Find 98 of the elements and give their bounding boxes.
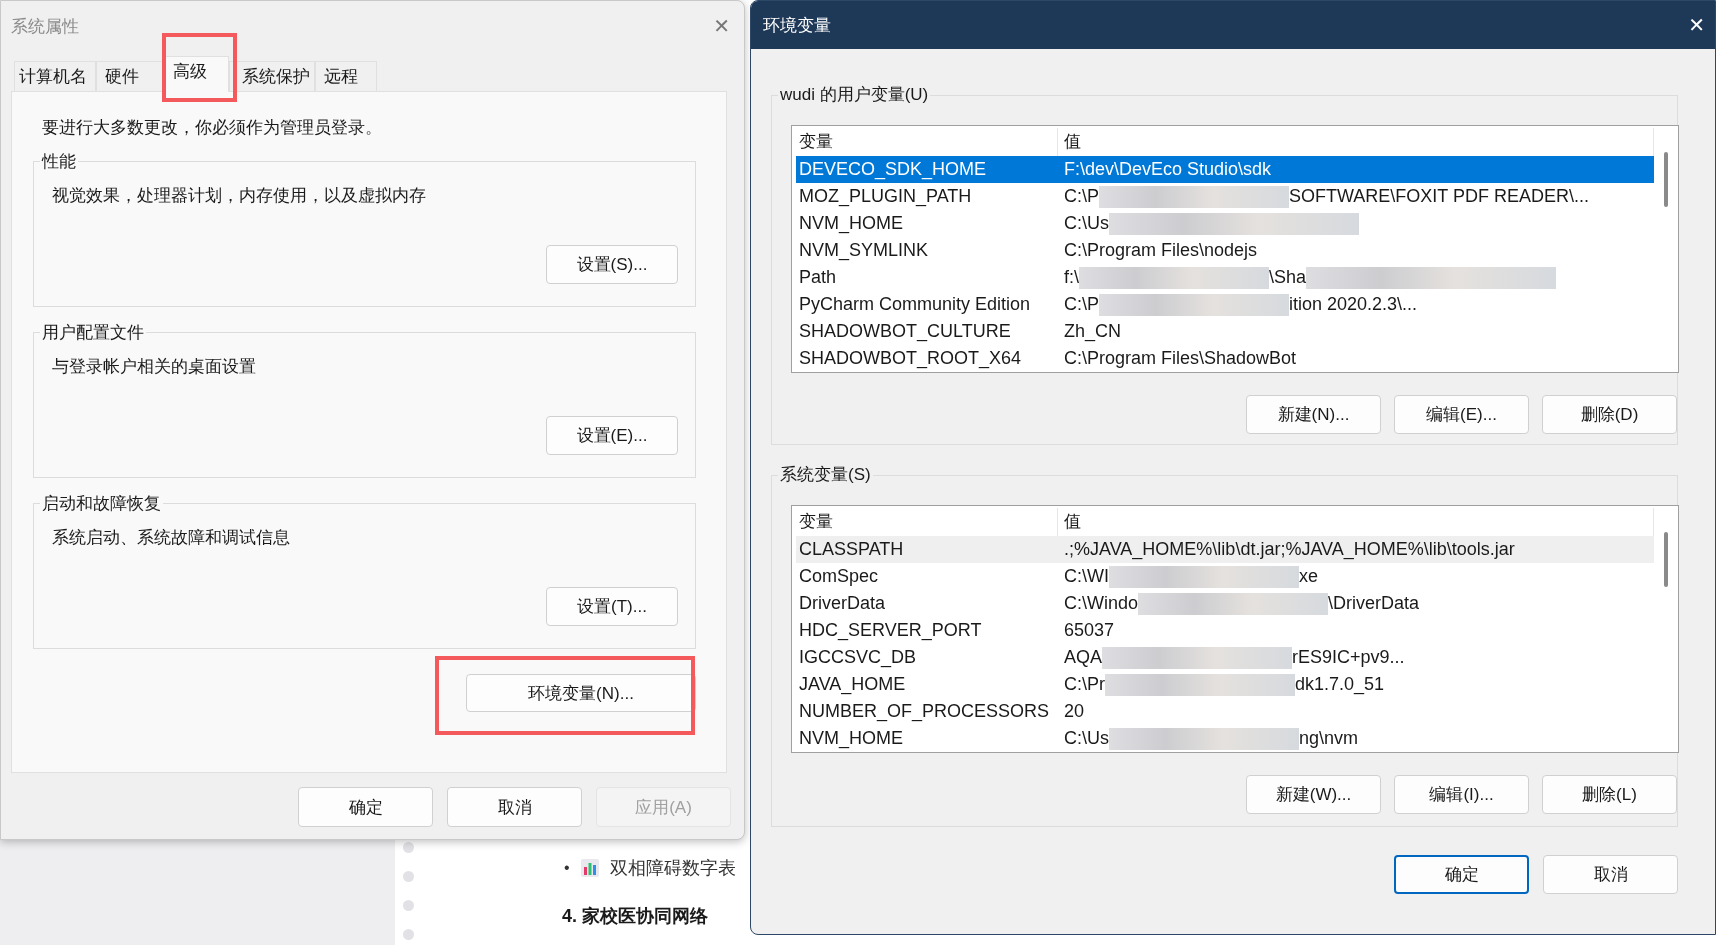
- dialog-button[interactable]: 确定: [298, 787, 433, 827]
- variable-value: \DriverData: [1328, 593, 1420, 614]
- variable-value: C:\P: [1064, 186, 1099, 207]
- settings-button[interactable]: 设置(T)...: [546, 587, 678, 626]
- variable-name: Path: [798, 267, 838, 288]
- variable-value: C:\Program Files\nodejs: [1064, 240, 1258, 261]
- variable-value: C:\P: [1064, 294, 1099, 315]
- variable-value: C:\Us: [1064, 213, 1109, 234]
- group-description: 视觉效果，处理器计划，内存使用，以及虚拟内存: [52, 185, 427, 207]
- bullet-mark: •: [564, 859, 570, 877]
- list-row[interactable]: PyCharm Community Edition C:\P ition 2020.2.3\...: [796, 291, 1654, 318]
- list-action-button[interactable]: 编辑(E)...: [1394, 395, 1529, 434]
- list-action-button[interactable]: 删除(L): [1542, 775, 1677, 814]
- group-title: 启动和故障恢复: [40, 492, 163, 515]
- tab[interactable]: 计算机名: [14, 61, 96, 91]
- group-description: 系统启动、系统故障和调试信息: [52, 527, 291, 549]
- tab[interactable]: 硬件: [96, 61, 164, 91]
- list-row[interactable]: CLASSPATH .;%JAVA_HOME%\lib\dt.jar;%JAVA_HOME%\lib\tools.jar: [796, 536, 1654, 563]
- variable-value: dk1.7.0_51: [1295, 674, 1385, 695]
- variable-name: IGCCSVC_DB: [798, 647, 918, 668]
- variable-value: C:\WI: [1064, 566, 1109, 587]
- bar-chart-icon: [579, 858, 600, 878]
- variable-name: DriverData: [798, 593, 887, 614]
- list-row[interactable]: SHADOWBOT_ROOT_X64 C:\Program Files\ShadowBot: [796, 345, 1654, 372]
- dialog-button[interactable]: 取消: [1543, 855, 1678, 894]
- list-row[interactable]: NUMBER_OF_PROCESSORS 20: [796, 698, 1654, 725]
- list-action-button[interactable]: 新建(N)...: [1246, 395, 1381, 434]
- variable-name: NVM_SYMLINK: [798, 240, 930, 261]
- variable-value: ng\nvm: [1299, 728, 1359, 749]
- variable-value: AQA: [1064, 647, 1102, 668]
- variable-value: ition 2020.2.3\...: [1289, 294, 1418, 315]
- window-title: 环境变量: [763, 14, 831, 37]
- settings-button[interactable]: 设置(S)...: [546, 245, 678, 284]
- group-description: 与登录帐户相关的桌面设置: [52, 356, 257, 378]
- group-title: 性能: [40, 150, 78, 173]
- variable-name: NVM_HOME: [798, 213, 904, 234]
- variable-name: NVM_HOME: [798, 728, 904, 749]
- variable-name: JAVA_HOME: [798, 674, 907, 695]
- dot-icon: [403, 842, 414, 853]
- settings-button[interactable]: 设置(E)...: [546, 416, 678, 455]
- variable-value: SOFTWARE\FOXIT PDF READER\...: [1289, 186, 1590, 207]
- window-title: 系统属性: [11, 15, 79, 38]
- scrollbar-thumb[interactable]: [1664, 532, 1668, 587]
- variable-name: MOZ_PLUGIN_PATH: [798, 186, 973, 207]
- variable-value: C:\Program Files\ShadowBot: [1064, 348, 1297, 369]
- variable-name: ComSpec: [798, 566, 880, 587]
- group-title: wudi 的用户变量(U): [778, 83, 931, 106]
- notice-text: 要进行大多数更改，你必须作为管理员登录。: [42, 117, 383, 139]
- group-title: 用户配置文件: [40, 321, 146, 344]
- variable-value: .;%JAVA_HOME%\lib\dt.jar;%JAVA_HOME%\lib\tools.jar: [1064, 539, 1515, 560]
- tab[interactable]: 远程: [315, 61, 377, 91]
- close-button[interactable]: ✕: [1688, 13, 1705, 37]
- list-action-button[interactable]: 新建(W)...: [1246, 775, 1381, 814]
- variable-name: SHADOWBOT_CULTURE: [798, 321, 1012, 342]
- list-row[interactable]: NVM_SYMLINK C:\Program Files\nodejs: [796, 237, 1654, 264]
- variable-name: DEVECO_SDK_HOME: [798, 159, 988, 180]
- variable-value: 20: [1064, 701, 1085, 722]
- list-row[interactable]: IGCCSVC_DB AQA rES9IC+pv9...: [796, 644, 1654, 671]
- tab[interactable]: 高级: [164, 56, 229, 92]
- dot-icon: [403, 929, 414, 940]
- close-button[interactable]: ✕: [713, 14, 730, 38]
- list-row[interactable]: NVM_HOME C:\Us ng\nvm: [796, 725, 1654, 752]
- list-item-text: 双相障碍数字表: [609, 857, 736, 880]
- variable-value: xe: [1299, 566, 1318, 587]
- list-row[interactable]: MOZ_PLUGIN_PATH C:\P SOFTWARE\FOXIT PDF READER\...: [796, 183, 1654, 210]
- variable-value: f:\: [1064, 267, 1079, 288]
- dot-icon: [403, 900, 414, 911]
- list-row[interactable]: HDC_SERVER_PORT 65037: [796, 617, 1654, 644]
- list-row[interactable]: JAVA_HOME C:\Pr dk1.7.0_51: [796, 671, 1654, 698]
- list-row[interactable]: DEVECO_SDK_HOME F:\dev\DevEco Studio\sdk: [796, 156, 1654, 183]
- list-row[interactable]: DriverData C:\Windo \DriverData: [796, 590, 1654, 617]
- tab[interactable]: 系统保护: [229, 61, 315, 91]
- group-title: 系统变量(S): [778, 463, 873, 486]
- variable-name: SHADOWBOT_ROOT_X64: [798, 348, 1023, 369]
- list-row[interactable]: SHADOWBOT_CULTURE Zh_CN: [796, 318, 1654, 345]
- variable-value: F:\dev\DevEco Studio\sdk: [1064, 159, 1272, 180]
- list-action-button[interactable]: 编辑(I)...: [1394, 775, 1529, 814]
- variable-name: CLASSPATH: [798, 539, 905, 560]
- environment-variables-button[interactable]: 环境变量(N)...: [466, 674, 696, 712]
- variable-name: NUMBER_OF_PROCESSORS: [798, 701, 1051, 722]
- scrollbar-thumb[interactable]: [1664, 152, 1668, 207]
- list-row[interactable]: ComSpec C:\WI xe: [796, 563, 1654, 590]
- list-action-button[interactable]: 删除(D): [1542, 395, 1677, 434]
- list-row[interactable]: NVM_HOME C:\Us: [796, 210, 1654, 237]
- variable-value: C:\Windo: [1064, 593, 1139, 614]
- variable-value: 65037: [1064, 620, 1115, 641]
- variable-value: rES9IC+pv9...: [1292, 647, 1405, 668]
- variable-value: C:\Us: [1064, 728, 1109, 749]
- dot-icon: [403, 871, 414, 882]
- variable-value: C:\Pr: [1064, 674, 1105, 695]
- dialog-button[interactable]: 取消: [447, 787, 582, 827]
- variable-name: HDC_SERVER_PORT: [798, 620, 983, 641]
- variable-value: Zh_CN: [1064, 321, 1121, 342]
- dialog-button[interactable]: 确定: [1394, 855, 1529, 894]
- variable-value: \Sha: [1269, 267, 1307, 288]
- variable-name: PyCharm Community Edition: [798, 294, 1032, 315]
- list-row[interactable]: Path f:\ \Sha: [796, 264, 1654, 291]
- section-heading: 4. 家校医协同网络: [562, 905, 709, 928]
